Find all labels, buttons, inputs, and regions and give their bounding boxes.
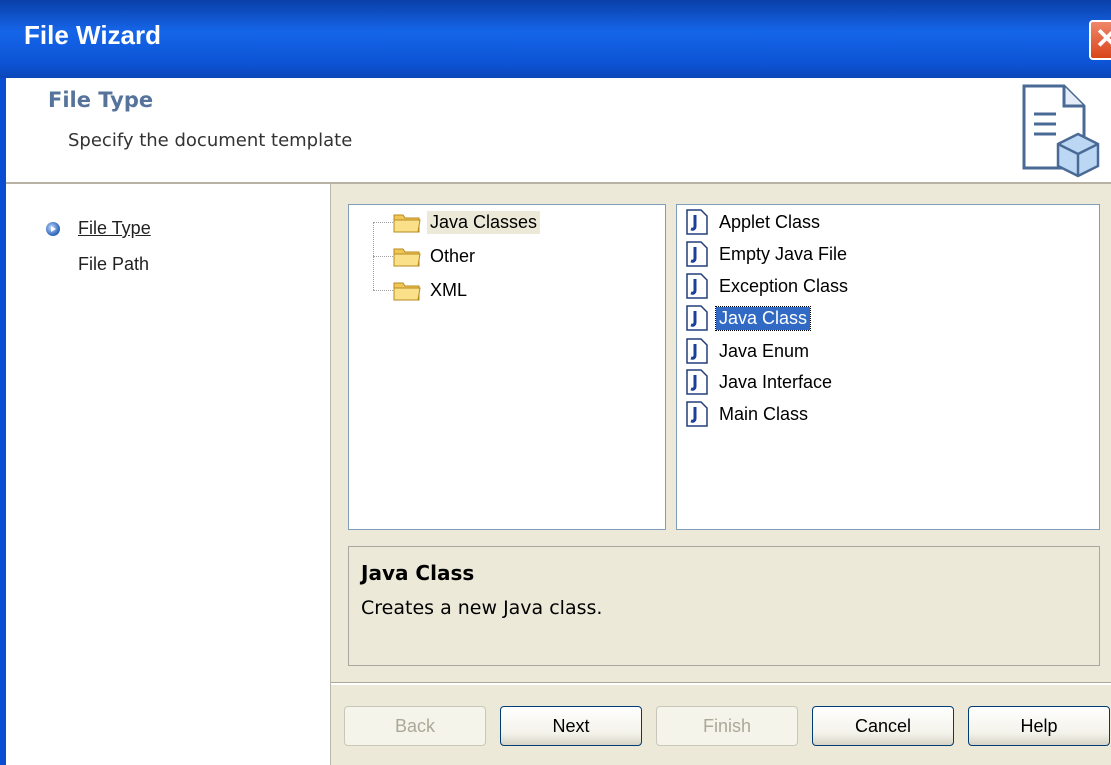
page-title: File Type xyxy=(48,88,154,112)
folder-icon xyxy=(393,214,421,233)
java-file-icon xyxy=(686,369,708,395)
list-item-java-enum[interactable]: Java Enum xyxy=(684,337,812,365)
description-title: Java Class xyxy=(361,561,475,585)
folder-icon xyxy=(393,282,421,301)
list-item-exception-class[interactable]: Exception Class xyxy=(684,272,851,300)
cancel-button[interactable]: Cancel xyxy=(812,706,954,746)
java-file-icon xyxy=(686,401,708,427)
step-file-type[interactable]: File Type xyxy=(78,218,151,239)
finish-button[interactable]: Finish xyxy=(656,706,798,746)
list-item-label: Applet Class xyxy=(719,211,821,232)
tree-item-other[interactable]: Other xyxy=(393,243,478,269)
current-step-icon xyxy=(46,222,60,236)
next-button[interactable]: Next xyxy=(500,706,642,746)
tree-connector xyxy=(373,256,393,257)
tree-item-label: Other xyxy=(430,245,476,266)
tree-connector xyxy=(373,222,393,223)
java-file-icon xyxy=(686,305,708,331)
list-item-empty-java-file[interactable]: Empty Java File xyxy=(684,240,850,268)
tree-item-label: XML xyxy=(430,279,468,300)
folder-icon xyxy=(393,248,421,267)
list-item-label: Java Class xyxy=(714,305,812,331)
list-item-label: Java Interface xyxy=(719,371,833,392)
list-item-label: Java Enum xyxy=(719,340,810,361)
tree-connector xyxy=(373,290,393,291)
description-panel: Java Class Creates a new Java class. xyxy=(348,546,1100,666)
description-text: Creates a new Java class. xyxy=(361,597,603,619)
java-file-icon xyxy=(686,273,708,299)
button-separator xyxy=(331,682,1111,685)
page-subtitle: Specify the document template xyxy=(68,130,353,151)
steps-panel: File Type File Path xyxy=(6,184,331,765)
help-button[interactable]: Help xyxy=(968,706,1110,746)
tree-item-xml[interactable]: XML xyxy=(393,277,470,303)
close-button[interactable]: ✕ xyxy=(1089,20,1111,60)
java-file-icon xyxy=(686,338,708,364)
java-file-icon xyxy=(686,209,708,235)
list-item-applet-class[interactable]: Applet Class xyxy=(684,208,823,236)
title-bar[interactable]: File Wizard ✕ xyxy=(0,0,1111,78)
list-item-java-class[interactable]: Java Class xyxy=(684,304,812,332)
document-template-icon xyxy=(1022,84,1100,178)
step-file-path: File Path xyxy=(78,254,150,274)
list-item-label: Empty Java File xyxy=(719,243,848,264)
list-item-main-class[interactable]: Main Class xyxy=(684,400,811,428)
window-title: File Wizard xyxy=(24,20,162,50)
tree-item-label: Java Classes xyxy=(427,210,541,234)
list-item-label: Exception Class xyxy=(719,275,849,296)
close-icon: ✕ xyxy=(1095,23,1111,54)
list-item-java-interface[interactable]: Java Interface xyxy=(684,368,835,396)
tree-item-java-classes[interactable]: Java Classes xyxy=(393,209,541,235)
back-button[interactable]: Back xyxy=(344,706,486,746)
wizard-header: File Type Specify the document template xyxy=(6,78,1111,183)
java-file-icon xyxy=(686,241,708,267)
list-item-label: Main Class xyxy=(719,403,809,424)
